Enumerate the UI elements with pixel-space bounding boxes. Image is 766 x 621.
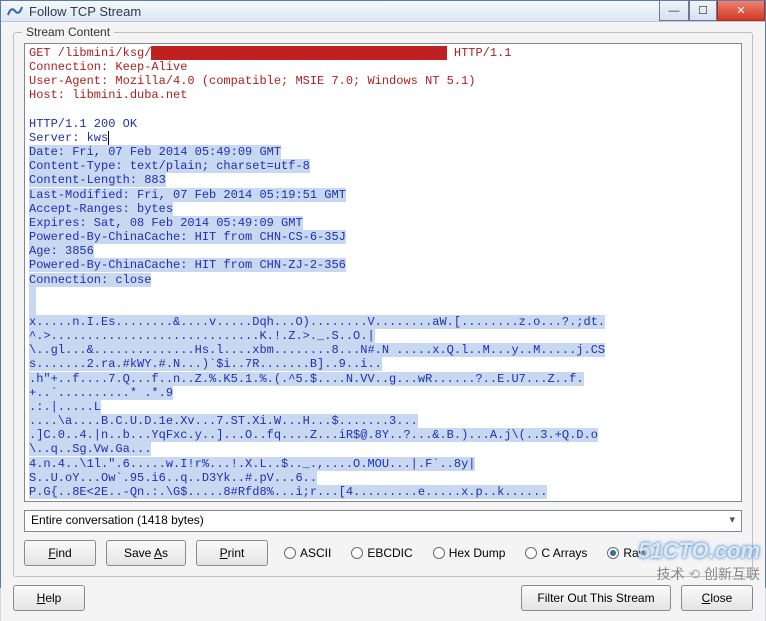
radio-ebcdic[interactable]: EBCDIC	[351, 546, 412, 560]
radio-icon	[607, 547, 619, 559]
close-window-button[interactable]: ✕	[717, 1, 765, 21]
window-controls: — ☐ ✕	[659, 1, 765, 21]
text-cursor	[108, 131, 109, 145]
http-response: HTTP/1.1 200 OK Server: kws Date: Fri, 0…	[29, 117, 605, 499]
radio-hex-dump[interactable]: Hex Dump	[433, 546, 506, 560]
radio-icon	[433, 547, 445, 559]
button-radio-row: Find Save As Print ASCII EBCDIC Hex Dump…	[24, 540, 742, 566]
radio-icon	[351, 547, 363, 559]
filter-out-stream-button[interactable]: Filter Out This Stream	[521, 585, 671, 611]
stream-content-group: Stream Content GET /libmini/ksg/xxxxxxxx…	[13, 32, 753, 577]
find-button[interactable]: Find	[24, 540, 96, 566]
client-area: Stream Content GET /libmini/ksg/xxxxxxxx…	[1, 22, 765, 621]
save-as-button[interactable]: Save As	[106, 540, 186, 566]
help-button[interactable]: Help	[13, 585, 85, 611]
close-button[interactable]: Close	[681, 585, 753, 611]
http-request: GET /libmini/ksg/xxxxxxxxxxxxxxxxxxxxxxx…	[29, 46, 511, 102]
stream-text-area[interactable]: GET /libmini/ksg/xxxxxxxxxxxxxxxxxxxxxxx…	[24, 43, 742, 502]
radio-ascii[interactable]: ASCII	[284, 546, 331, 560]
conversation-select-row: Entire conversation (1418 bytes)	[24, 510, 742, 532]
format-radio-group: ASCII EBCDIC Hex Dump C Arrays Raw	[278, 546, 742, 560]
follow-tcp-stream-window: Follow TCP Stream — ☐ ✕ Stream Content G…	[0, 0, 766, 588]
group-label: Stream Content	[22, 25, 114, 39]
radio-c-arrays[interactable]: C Arrays	[525, 546, 587, 560]
radio-icon	[284, 547, 296, 559]
wireshark-icon	[7, 3, 23, 19]
titlebar[interactable]: Follow TCP Stream — ☐ ✕	[1, 1, 765, 22]
radio-raw[interactable]: Raw	[607, 546, 647, 560]
minimize-button[interactable]: —	[659, 1, 689, 21]
radio-icon	[525, 547, 537, 559]
bottom-button-row: Help Filter Out This Stream Close	[13, 585, 753, 611]
conversation-select[interactable]: Entire conversation (1418 bytes)	[24, 510, 742, 532]
print-button[interactable]: Print	[196, 540, 268, 566]
maximize-button[interactable]: ☐	[689, 1, 717, 21]
window-title: Follow TCP Stream	[29, 4, 659, 19]
